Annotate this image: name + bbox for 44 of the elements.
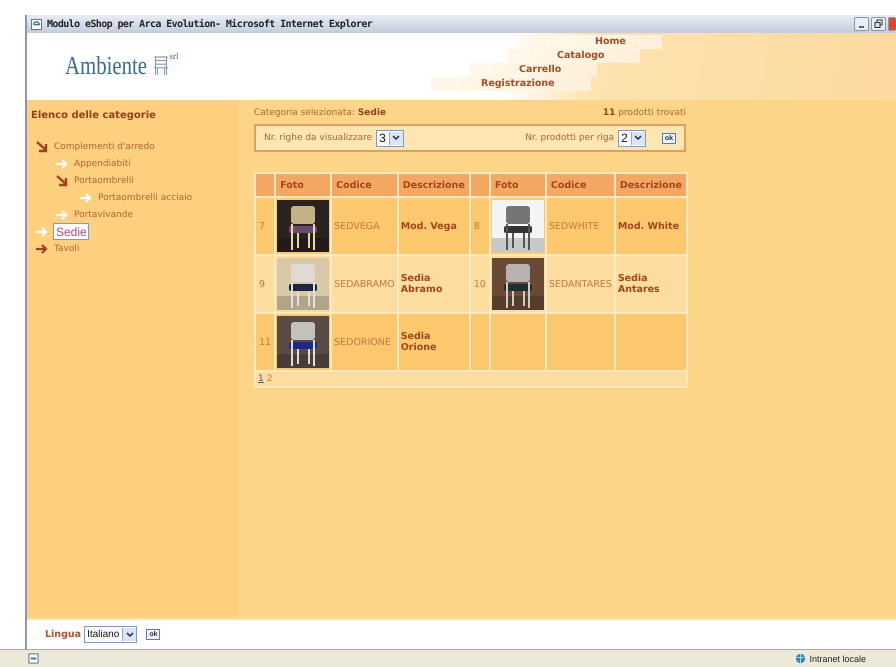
results-count-text: 11 prodotti trovati — [602, 108, 686, 118]
column-header: Foto — [275, 173, 332, 197]
category-link[interactable]: Complementi d'arredo — [53, 142, 156, 152]
table-cell: 11 — [255, 313, 276, 371]
logo-text: Ambiente — [65, 51, 148, 81]
page-link[interactable]: 1 — [258, 374, 264, 384]
column-header: Codice — [331, 173, 398, 197]
menu-link[interactable]: Home — [545, 35, 662, 49]
column-header: Descrizione — [614, 173, 687, 197]
selected-category-text: Categoria selezionata: Sedie — [254, 108, 386, 118]
menu-link[interactable]: Registrazione — [431, 77, 591, 91]
category-link[interactable]: Tavoli — [53, 244, 80, 254]
table-cell: Mod. White — [614, 197, 687, 255]
table-cell: 9 — [255, 255, 276, 313]
language-select[interactable]: Italiano — [84, 626, 138, 644]
table-cell: Sedia Abramo — [398, 255, 470, 313]
rows-select[interactable]: 3 — [376, 130, 404, 146]
language-label: Lingua — [45, 629, 82, 640]
table-cell: Sedia Antares — [614, 255, 687, 313]
window-title: Modulo eShop per Arca Evolution- Microsoft Internet Explorer — [47, 18, 372, 30]
column-header: Foto — [490, 173, 546, 197]
category-link[interactable]: Portaombrelli — [73, 176, 135, 186]
column-header: Codice — [546, 173, 615, 197]
per-row-select[interactable]: 2 — [618, 130, 646, 146]
table-cell: SEDANTARES — [546, 255, 615, 313]
table-cell: Sedia Orione — [398, 313, 470, 371]
menu-link[interactable]: Catalogo — [507, 49, 640, 63]
field-label: Nr. prodotti per riga — [525, 133, 614, 143]
table-cell: SEDORIONE — [331, 313, 398, 371]
field-label: Nr. righe da visualizzare — [264, 133, 372, 143]
table-cell: SEDVEGA — [331, 197, 398, 255]
category-link[interactable]: Portavivande — [73, 210, 134, 220]
table-cell: SEDWHITE — [546, 197, 615, 255]
zone-text: Intranet locale — [809, 654, 866, 664]
table-cell: 7 — [255, 197, 276, 255]
logo-suffix: srl — [170, 51, 179, 61]
table-cell: SEDABRAMO — [331, 255, 398, 313]
category-link[interactable]: Appendiabiti — [73, 158, 132, 168]
sidebar-title: Elenco delle categorie — [31, 110, 157, 121]
column-header: Descrizione — [398, 173, 470, 197]
category-link[interactable]: Sedie — [53, 223, 89, 240]
menu-link[interactable]: Carrello — [469, 63, 598, 77]
table-cell: Mod. Vega — [398, 197, 470, 255]
category-link[interactable]: Portaombrelli acciaio — [97, 192, 194, 202]
